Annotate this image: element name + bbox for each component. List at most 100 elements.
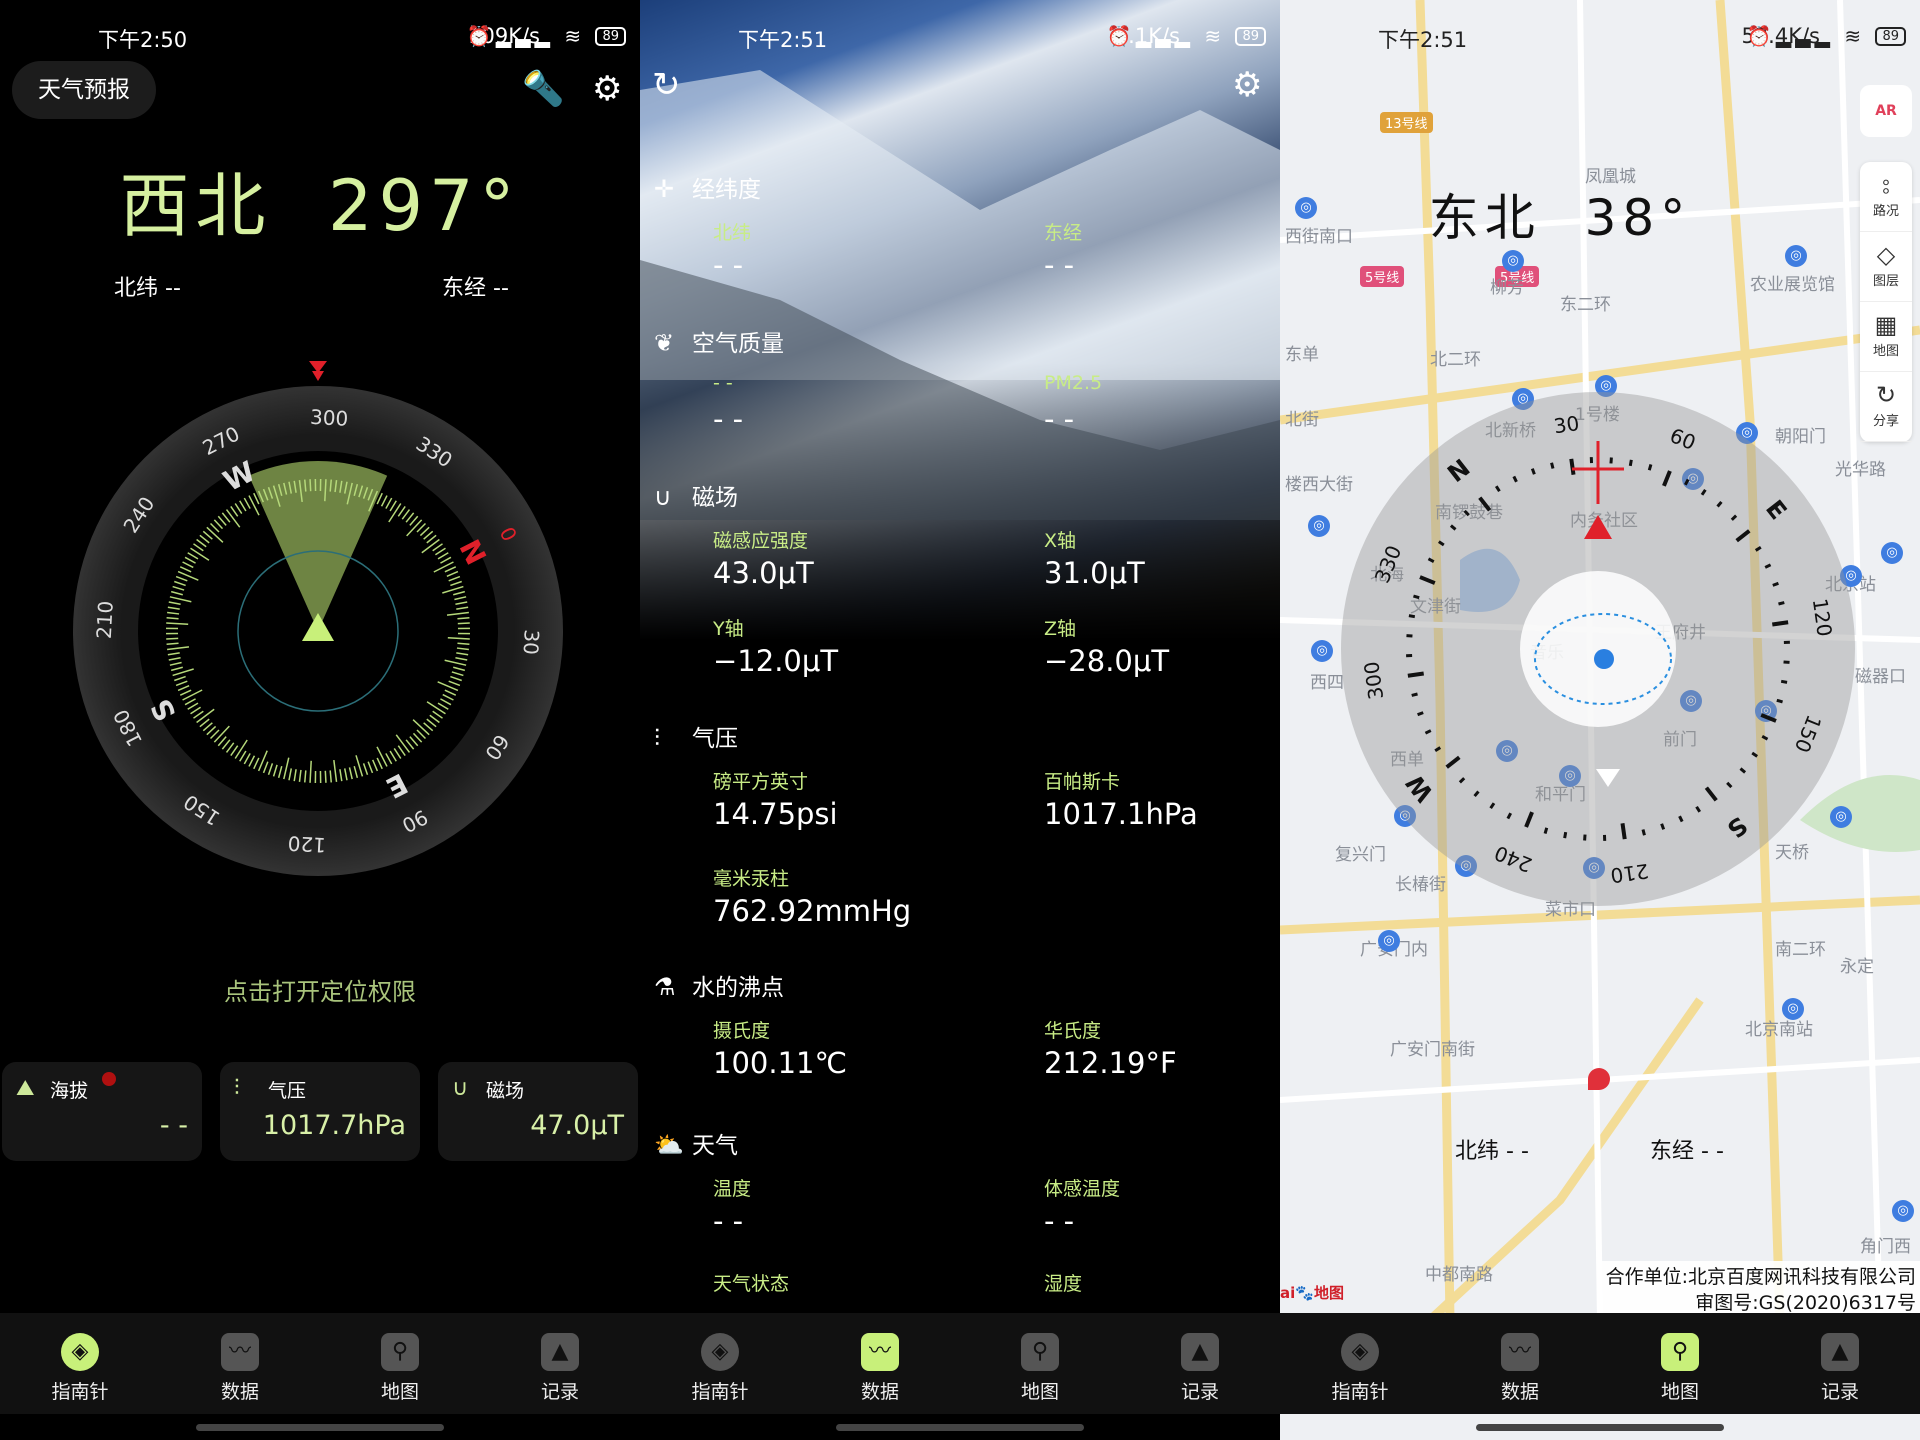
nav-label: 地图 (1660, 1381, 1699, 1403)
status-time: 下午2:51 (738, 28, 828, 52)
home-indicator[interactable] (196, 1424, 444, 1431)
map-place-label[interactable]: 东单 (1285, 340, 1319, 365)
nav-label: 记录 (540, 1381, 579, 1403)
map-place-label[interactable]: 角门西 (1860, 1232, 1911, 1257)
direction-text: 东北 (1428, 189, 1541, 247)
location-permission-link[interactable]: 点击打开定位权限 (0, 972, 640, 1007)
data-label: 毫米汞柱 (713, 868, 790, 890)
nav-map-pin[interactable]: ⚲ 地图 (1600, 1313, 1760, 1414)
nav-map-pin[interactable]: ⚲ 地图 (960, 1313, 1120, 1414)
pressure-icon: ⫶ (654, 724, 660, 752)
data-label: 湿度 (1044, 1273, 1083, 1295)
nav-chart[interactable]: 〰数据 (1440, 1313, 1600, 1414)
dial-number: 300 (309, 405, 348, 431)
heading-degrees: 297° (327, 165, 521, 247)
nav-map-pin[interactable]: ⚲ 地图 (320, 1313, 480, 1414)
map-tool-sidebar: ⦂ 路况 ◇ 图层 ▦ 地图 ↻ 分享 (1860, 162, 1912, 442)
card-magnet[interactable]: ∪ 磁场 47.0μT (438, 1062, 638, 1161)
dial-tick (324, 770, 327, 783)
status-time: 下午2:51 (1378, 28, 1468, 52)
nav-chart[interactable]: 〰数据 (800, 1313, 960, 1414)
section-title: 空气质量 (692, 331, 784, 357)
dial-tick (1407, 671, 1424, 678)
status-icons: ⏰▂▃▂ ≋ 89 (1107, 24, 1266, 48)
metro-station-icon[interactable]: ◎ (1502, 250, 1524, 272)
flashlight-icon[interactable]: 🔦 (522, 72, 564, 106)
nav-compass[interactable]: ◈ 指南针 (640, 1313, 800, 1414)
map-place-label[interactable]: 农业展览馆 (1750, 270, 1835, 295)
dial-tick (1543, 827, 1549, 834)
tool-map[interactable]: ▦ 地图 (1860, 302, 1912, 372)
map-place-label[interactable]: 东二环 (1560, 290, 1611, 315)
data-label: 天气状态 (713, 1273, 790, 1295)
dial-tick (329, 479, 332, 492)
lat-label: 北纬 (114, 276, 159, 301)
weather-forecast-button[interactable]: 天气预报 (12, 61, 156, 119)
lat-label: 北纬 (1455, 1139, 1500, 1164)
map-place-label[interactable]: 中都南路 (1425, 1260, 1493, 1285)
map-place-label[interactable]: 柳芳 (1490, 273, 1524, 298)
home-indicator[interactable] (836, 1424, 1084, 1431)
metro-station-icon[interactable]: ◎ (1892, 1200, 1914, 1222)
nav-photo[interactable]: ▲ 记录 (480, 1313, 640, 1414)
nav-compass[interactable]: ◈ 指南针 (0, 1313, 160, 1414)
share-icon: ↻ (1875, 381, 1897, 409)
copyright-line: 合作单位:北京百度网讯科技有限公司 (1605, 1266, 1916, 1288)
map-place-label[interactable]: 北京南站 (1745, 1015, 1813, 1040)
dial-tick (1550, 462, 1555, 469)
gear-icon[interactable]: ⚙ (592, 72, 622, 106)
section-crosshair: ✛ 经纬度 (654, 170, 761, 204)
heading-degrees: 38° (1584, 189, 1692, 247)
card-value: 1017.7hPa (262, 1110, 406, 1141)
card-mountain[interactable]: ⛰ 海拔 - - (2, 1062, 202, 1161)
latitude: 北纬 - - (1455, 1133, 1529, 1165)
chart-icon: 〰 (221, 1333, 259, 1371)
metro-station-icon[interactable]: ◎ (1782, 998, 1804, 1020)
ar-button[interactable]: AR (1860, 85, 1912, 137)
card-pressure[interactable]: ⫶ 气压 1017.7hPa (220, 1062, 420, 1161)
map-place-label[interactable]: 广安门南街 (1390, 1035, 1475, 1060)
map-pin-icon: ⚲ (1021, 1333, 1059, 1371)
card-label: 磁场 (486, 1080, 525, 1102)
metro-station-icon[interactable]: ◎ (1378, 930, 1400, 952)
nav-label: 记录 (1820, 1381, 1859, 1403)
tool-layers[interactable]: ◇ 图层 (1860, 232, 1912, 302)
metro-line-badge[interactable]: 5号线 (1360, 266, 1405, 287)
map-screen: 13号线5号线5号线凤凰城西街南口柳芳农业展览馆北新桥1号楼朝阳门南锣鼓巷内务社… (1280, 0, 1920, 1440)
map-icon: ▦ (1874, 311, 1898, 339)
nav-chart[interactable]: 〰数据 (160, 1313, 320, 1414)
data-label: 磅平方英寸 (713, 771, 809, 793)
map-place-label[interactable]: 南二环 (1775, 935, 1826, 960)
photo-icon: ▲ (1821, 1333, 1859, 1371)
nav-photo[interactable]: ▲ 记录 (1760, 1313, 1920, 1414)
dial-tick (1772, 581, 1779, 587)
card-value: 47.0μT (530, 1110, 624, 1141)
nav-label: 记录 (1180, 1381, 1219, 1403)
dial-tick (1641, 829, 1646, 836)
magnet-icon: ∪ (452, 1076, 469, 1101)
battery-icon: 89 (595, 27, 626, 46)
map-compass-overlay[interactable]: 30 60120150210240300330NESW (1280, 370, 1920, 930)
data-value: −12.0μT (713, 644, 839, 678)
dial-tick (166, 642, 179, 645)
map-place-label[interactable]: 北二环 (1430, 345, 1481, 370)
longitude: 东经 -- (442, 270, 509, 302)
metro-line-badge[interactable]: 13号线 (1380, 112, 1433, 133)
tool-share[interactable]: ↻ 分享 (1860, 372, 1912, 442)
gear-icon[interactable]: ⚙ (1232, 68, 1262, 102)
nav-photo[interactable]: ▲ 记录 (1120, 1313, 1280, 1414)
dial-number: 120 (287, 831, 326, 857)
nav-compass[interactable]: ◈ 指南针 (1280, 1313, 1440, 1414)
map-place-label[interactable]: 永定 (1840, 952, 1874, 977)
lon-label: 东经 (442, 276, 487, 301)
data-label: PM2.5 (1044, 372, 1103, 394)
refresh-icon[interactable]: ↻ (652, 68, 681, 102)
dial-number: 30 (1552, 411, 1581, 438)
compass-dial[interactable]: 0306090120150180210240270300330NESW (0, 350, 640, 910)
heading-title: 西北 297° (0, 150, 640, 251)
dial-tick (1628, 459, 1633, 467)
bottom-nav: ◈ 指南针 〰数据 ⚲ 地图 ▲ 记录 (640, 1313, 1280, 1414)
tool-traffic-light[interactable]: ⦂ 路况 (1860, 162, 1912, 232)
map-pin-icon[interactable] (1588, 1068, 1610, 1090)
home-indicator[interactable] (1476, 1424, 1724, 1431)
